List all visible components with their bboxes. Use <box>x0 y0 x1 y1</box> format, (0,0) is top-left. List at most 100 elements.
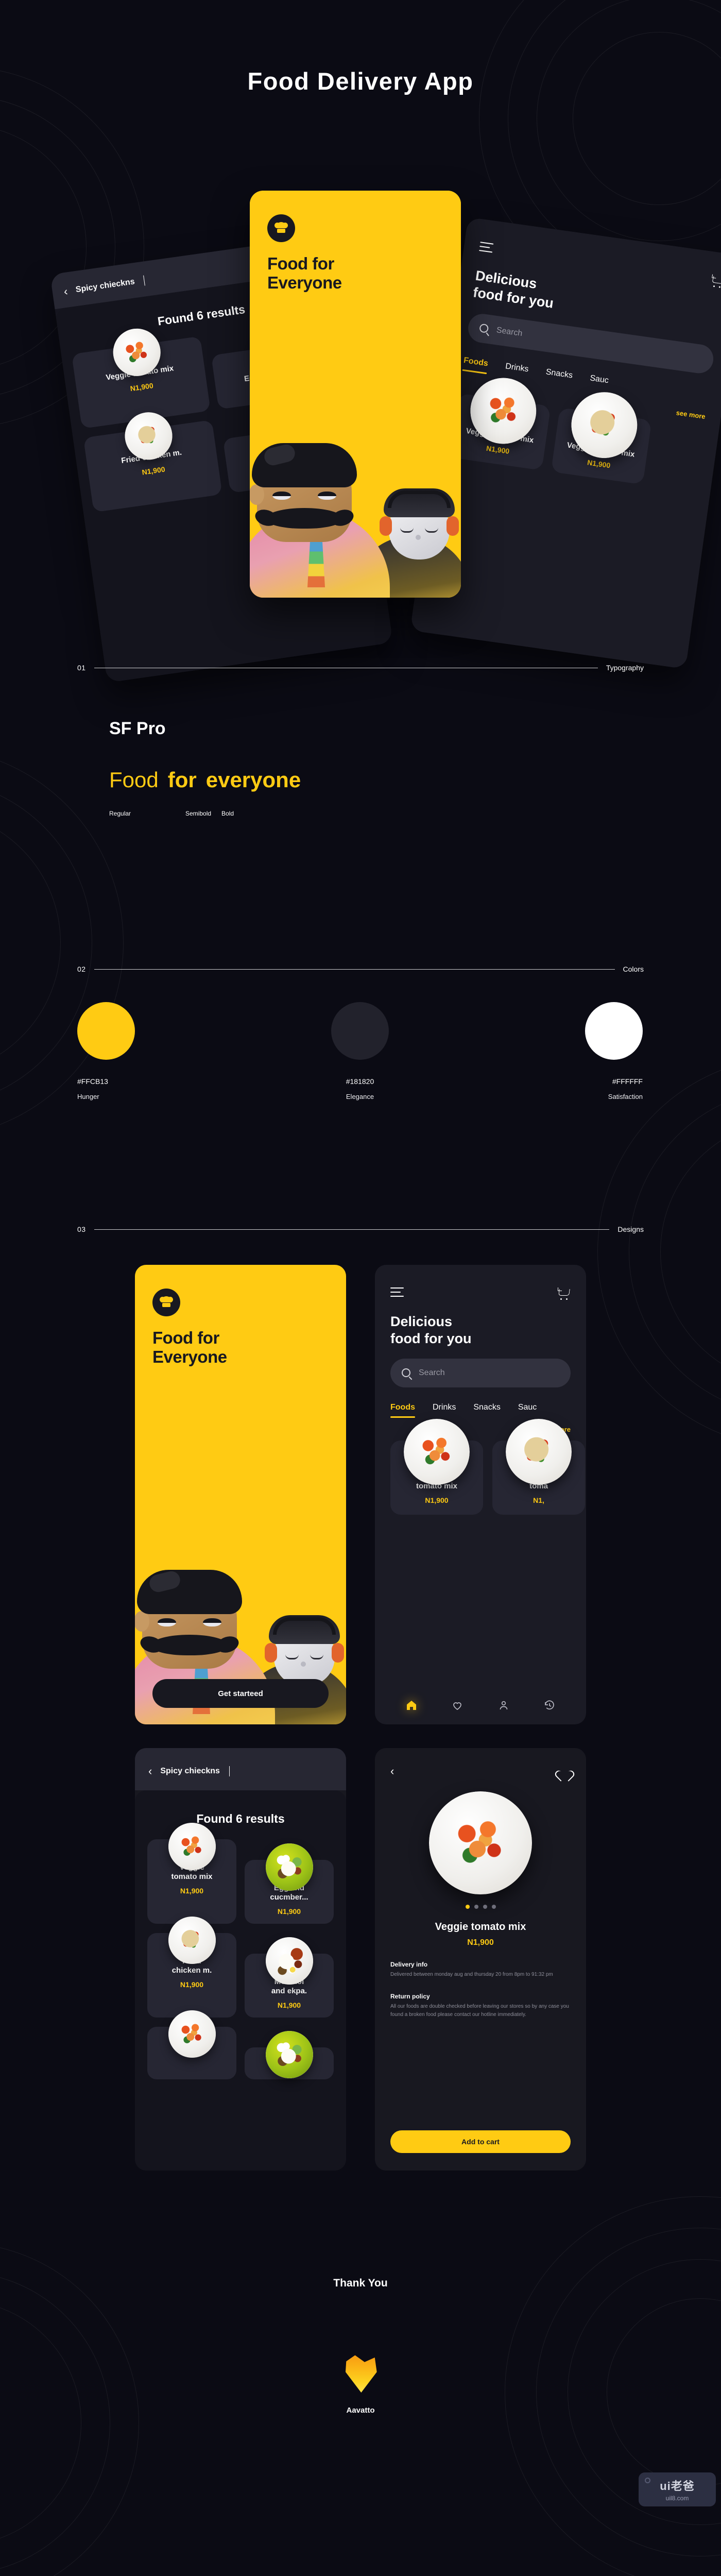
get-started-button[interactable]: Get starteed <box>152 1679 329 1708</box>
watermark-hole-icon <box>645 2478 650 2483</box>
designs-grid: Food for Everyone Get starteed Delicious… <box>0 1265 721 2194</box>
dish-image <box>168 1917 216 1964</box>
decorative-rings-bottom-right <box>505 2196 721 2576</box>
chevron-left-icon[interactable]: ‹ <box>390 1766 394 1777</box>
list-item[interactable] <box>147 2010 236 2079</box>
list-item[interactable]: Veggietomato mix N1,900 <box>147 1823 236 1924</box>
list-item[interactable]: Egg andcucmber... N1,900 <box>245 1843 334 1924</box>
heart-icon[interactable] <box>451 1699 464 1711</box>
list-item[interactable]: Friedchicken m. N1,900 <box>147 1917 236 2018</box>
carousel-dot[interactable] <box>483 1905 487 1909</box>
swatch-name: Satisfaction <box>608 1093 643 1100</box>
list-item[interactable]: Moi-moiand ekpa. N1,900 <box>245 1937 334 2018</box>
brand-name: Aavatto <box>346 2406 375 2415</box>
chevron-left-icon[interactable]: ‹ <box>148 1766 152 1777</box>
dish-image <box>168 1823 216 1870</box>
food-card[interactable]: Veggietomato mix N1,900 <box>390 1418 483 1515</box>
list-item[interactable]: Fried chicken m. N1,900 <box>83 409 222 513</box>
hero-splash-screen: Food for Everyone <box>250 191 461 598</box>
carousel-dot[interactable] <box>491 1905 496 1909</box>
tab-drinks[interactable]: Drinks <box>505 362 529 374</box>
food-card[interactable]: Veggie tomato mix N1,900 <box>551 387 652 485</box>
tab-drinks[interactable]: Drinks <box>433 1403 456 1412</box>
tab-foods[interactable]: Foods <box>390 1403 415 1418</box>
item-price: N1, <box>533 1496 544 1504</box>
watermark-url: uil8.com <box>665 2495 689 2502</box>
shopping-cart-icon[interactable] <box>710 274 721 288</box>
carousel-dots <box>390 1905 571 1909</box>
text-caret <box>143 275 146 286</box>
carousel-dot[interactable] <box>474 1905 478 1909</box>
chef-hat-icon <box>152 1289 180 1316</box>
chef-hat-icon <box>267 214 295 242</box>
section-name: Colors <box>623 965 644 973</box>
font-weight-labels: Regular Semibold Bold <box>109 810 351 817</box>
section-name: Typography <box>606 664 644 672</box>
swatch-hex: #FFFFFF <box>612 1077 643 1086</box>
weight-label-bold: Bold <box>221 810 234 817</box>
hamburger-menu-icon[interactable] <box>390 1287 404 1300</box>
list-item[interactable] <box>245 2031 334 2079</box>
search-placeholder: Search <box>495 326 523 338</box>
dish-image <box>265 2031 313 2078</box>
watermark-title: ui老爸 <box>660 2480 695 2493</box>
home-heading: Delicious food for you <box>390 1314 472 1346</box>
watermark: ui老爸 uil8.com <box>639 2472 716 2506</box>
sample-word-bold: everyone <box>205 768 301 792</box>
search-bar[interactable]: ‹ Spicy chieckns <box>135 1748 346 1790</box>
search-icon <box>479 324 489 334</box>
hamburger-menu-icon[interactable] <box>478 242 494 256</box>
food-card[interactable]: Veggie tomato mix N1,900 <box>450 374 551 470</box>
swatch-dot <box>585 1002 643 1060</box>
item-price: N1,900 <box>180 1887 204 1895</box>
product-image <box>429 1791 532 1894</box>
section-divider <box>94 969 615 970</box>
tab-sauces[interactable]: Sauc <box>589 374 609 385</box>
section-divider <box>94 1229 610 1230</box>
dish-image <box>506 1418 572 1485</box>
tab-foods[interactable]: Foods <box>463 356 489 369</box>
design-search-screen: ‹ Spicy chieckns Found 6 results Veggiet… <box>135 1748 346 2171</box>
swatch-name: Elegance <box>346 1093 374 1100</box>
color-swatch-hunger: #FFCB13 Hunger <box>77 1002 266 1100</box>
design-detail-screen: ‹ Veggie tomato mix N1,900 Delivery info… <box>375 1748 586 2171</box>
tab-snacks[interactable]: Snacks <box>473 1403 500 1412</box>
font-family-name: SF Pro <box>109 719 166 738</box>
color-swatches: #FFCB13 Hunger #181820 Elegance #FFFFFF … <box>77 1002 644 1100</box>
text-caret <box>229 1766 230 1776</box>
design-home-screen: Delicious food for you Search Foods Drin… <box>375 1265 586 1724</box>
aavatto-logo-icon <box>345 2355 377 2393</box>
tab-snacks[interactable]: Snacks <box>545 367 573 380</box>
search-input[interactable]: Search <box>390 1358 571 1387</box>
swatch-hex: #FFCB13 <box>77 1077 108 1086</box>
design-splash-screen: Food for Everyone Get starteed <box>135 1265 346 1724</box>
swatch-dot <box>77 1002 135 1060</box>
section-number: 03 <box>77 1225 86 1233</box>
tab-sauces[interactable]: Sauc <box>518 1403 537 1412</box>
dish-image <box>265 1937 313 1985</box>
splash-heading: Food for Everyone <box>152 1328 227 1366</box>
sample-word-regular: Food <box>109 768 159 792</box>
section-number: 01 <box>77 664 86 672</box>
swatch-dot <box>331 1002 389 1060</box>
home-icon[interactable] <box>405 1699 418 1711</box>
history-icon[interactable] <box>543 1699 556 1711</box>
chevron-left-icon[interactable]: ‹ <box>63 285 68 298</box>
section-name: Designs <box>617 1225 644 1233</box>
search-query: Spicy chieckns <box>160 1767 220 1775</box>
dish-image <box>168 2010 216 2058</box>
color-swatch-elegance: #181820 Elegance <box>266 1002 454 1100</box>
user-icon[interactable] <box>497 1699 510 1711</box>
return-policy-text: All our foods are double checked before … <box>390 2003 569 2018</box>
food-card[interactable]: Vegtoma N1, <box>492 1418 585 1515</box>
carousel-dot[interactable] <box>465 1905 470 1909</box>
heart-icon[interactable] <box>559 1766 571 1777</box>
dish-image <box>265 1843 313 1891</box>
add-to-cart-button[interactable]: Add to cart <box>390 2130 571 2153</box>
swatch-hex: #181820 <box>346 1077 374 1086</box>
product-price: N1,900 <box>467 1938 494 1947</box>
section-header-typography: 01 Typography <box>77 664 644 672</box>
item-price: N1,900 <box>277 2001 301 2009</box>
shopping-cart-icon[interactable] <box>557 1287 571 1300</box>
section-header-designs: 03 Designs <box>77 1225 644 1233</box>
